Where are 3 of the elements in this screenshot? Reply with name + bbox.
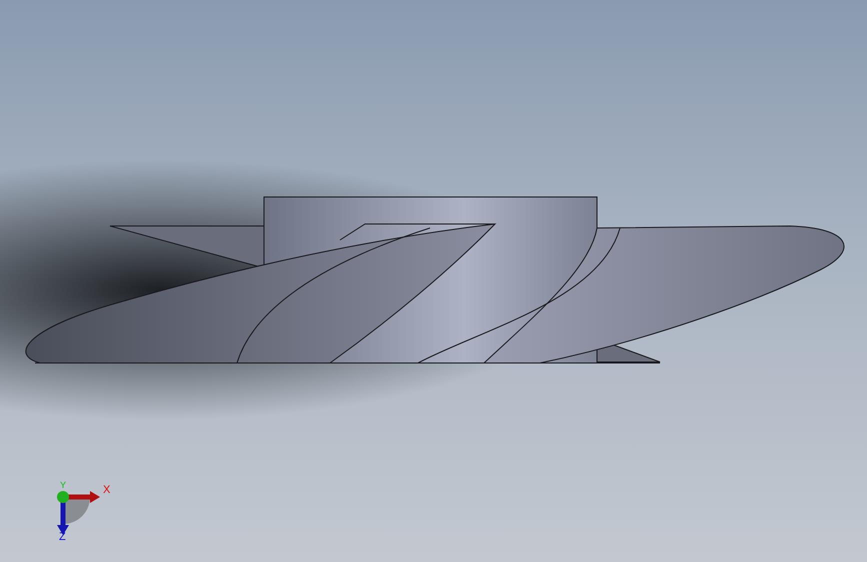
axis-label: X [103, 485, 110, 496]
axis-label: Y [60, 481, 66, 490]
axis-label: Z [59, 532, 66, 543]
